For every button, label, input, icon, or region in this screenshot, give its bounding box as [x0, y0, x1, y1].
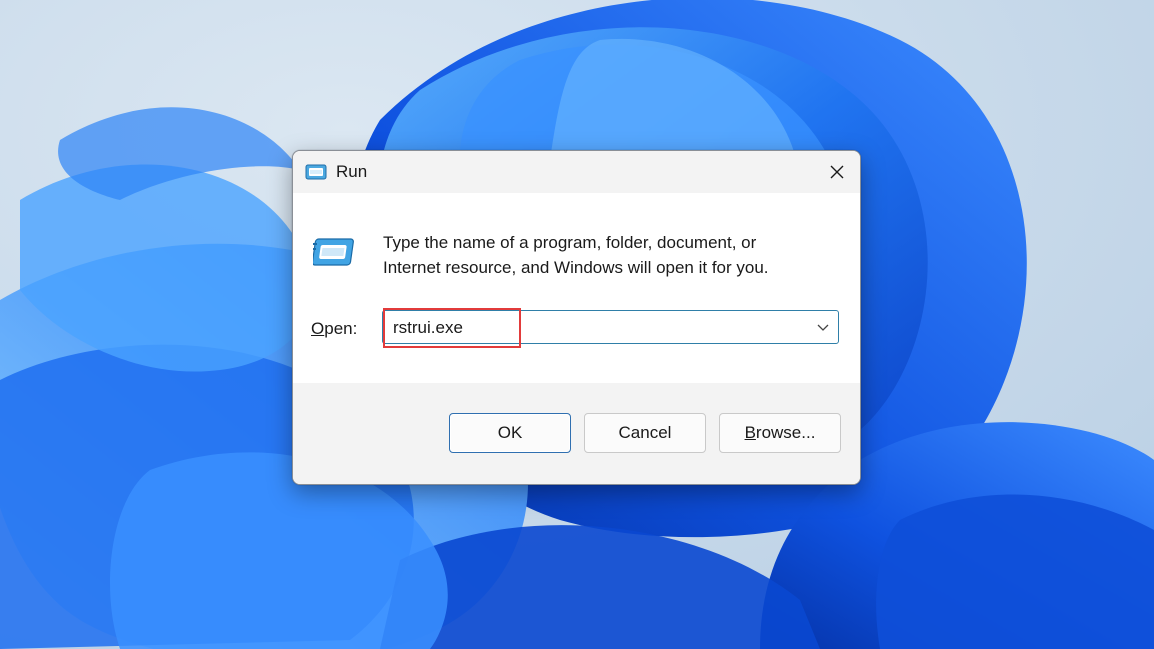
open-label-rest: pen:: [324, 319, 358, 338]
description-text: Type the name of a program, folder, docu…: [383, 230, 843, 280]
window-title: Run: [336, 162, 368, 181]
close-icon: [830, 165, 844, 179]
open-combobox[interactable]: rstrui.exe: [382, 310, 839, 344]
browse-mnemonic: B: [744, 423, 756, 442]
open-label-mnemonic: O: [311, 319, 325, 338]
button-bar: OK Cancel Browse...: [293, 383, 860, 484]
description-line-1: Type the name of a program, folder, docu…: [383, 233, 757, 252]
run-dialog: Run Type the name of a program, folder, …: [292, 150, 861, 485]
description-line-2: Internet resource, and Windows will open…: [383, 258, 769, 277]
run-app-icon: [313, 238, 354, 266]
dialog-content: Type the name of a program, folder, docu…: [293, 193, 860, 383]
close-button[interactable]: [814, 151, 860, 193]
cancel-button[interactable]: Cancel: [584, 413, 706, 453]
title-bar[interactable]: Run: [293, 151, 860, 193]
desktop: Run Type the name of a program, folder, …: [0, 0, 1154, 649]
open-input[interactable]: rstrui.exe: [393, 318, 463, 338]
chevron-down-icon[interactable]: [816, 321, 830, 333]
open-label: Open:: [311, 319, 357, 339]
browse-button[interactable]: Browse...: [719, 413, 841, 453]
run-window-icon: [305, 164, 327, 180]
browse-rest: rowse...: [755, 423, 816, 442]
ok-button[interactable]: OK: [449, 413, 571, 453]
